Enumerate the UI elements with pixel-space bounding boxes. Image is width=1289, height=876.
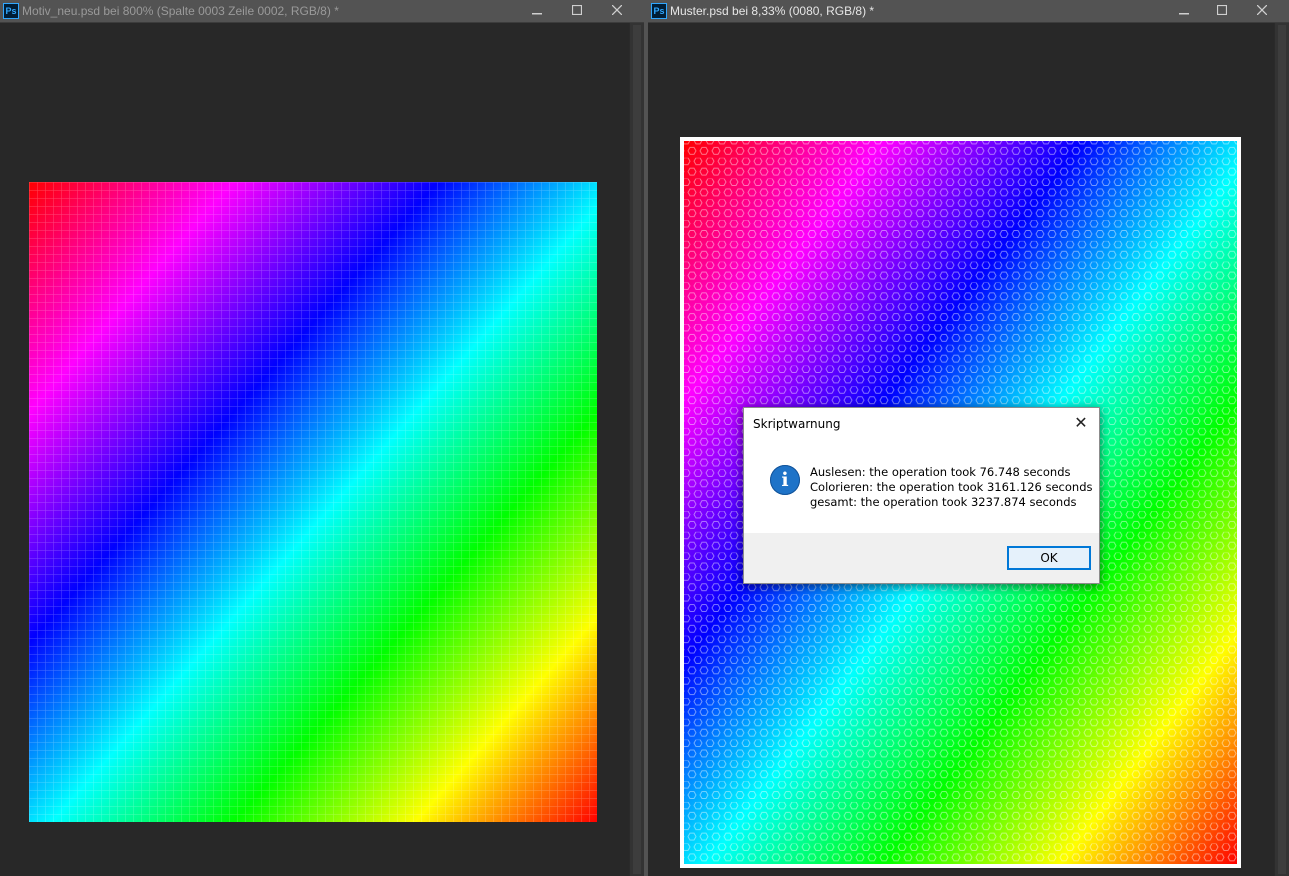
scrollbar-thumb[interactable] — [633, 25, 641, 874]
minimize-icon — [1179, 13, 1189, 15]
close-icon — [1257, 5, 1267, 15]
minimize-button[interactable] — [1167, 0, 1201, 20]
window-titlebar[interactable]: Ps Muster.psd bei 8,33% (0080, RGB/8) * — [648, 0, 1289, 23]
scrollbar-thumb[interactable] — [1278, 25, 1286, 874]
minimize-icon — [532, 13, 542, 15]
window-title: Muster.psd bei 8,33% (0080, RGB/8) * — [670, 4, 875, 18]
close-button[interactable] — [1245, 0, 1279, 20]
maximize-button[interactable] — [560, 0, 594, 20]
minimize-button[interactable] — [520, 0, 554, 20]
close-icon — [612, 5, 622, 15]
info-icon: i — [770, 465, 800, 495]
script-warning-dialog[interactable]: Skriptwarnung ✕ i Auslesen: the operatio… — [743, 407, 1100, 584]
maximize-icon — [572, 5, 582, 15]
dialog-footer: OK — [744, 533, 1099, 583]
window-titlebar[interactable]: Ps Motiv_neu.psd bei 800% (Spalte 0003 Z… — [0, 0, 644, 23]
maximize-icon — [1217, 5, 1227, 15]
dialog-title: Skriptwarnung — [753, 417, 841, 431]
maximize-button[interactable] — [1205, 0, 1239, 20]
photoshop-icon: Ps — [651, 3, 667, 19]
ok-button[interactable]: OK — [1007, 546, 1091, 570]
gradient-grid-image — [29, 182, 597, 822]
dialog-close-button[interactable]: ✕ — [1071, 414, 1091, 432]
image-canvas-motiv[interactable] — [29, 182, 597, 822]
message-line: gesamt: the operation took 3237.874 seco… — [810, 495, 1077, 509]
window-title: Motiv_neu.psd bei 800% (Spalte 0003 Zeil… — [22, 4, 339, 18]
dialog-message: Auslesen: the operation took 76.748 seco… — [810, 465, 1093, 510]
message-line: Auslesen: the operation took 76.748 seco… — [810, 465, 1071, 479]
photoshop-icon: Ps — [3, 3, 19, 19]
vertical-scrollbar[interactable] — [1274, 23, 1289, 876]
close-button[interactable] — [600, 0, 634, 20]
vertical-scrollbar[interactable] — [629, 23, 644, 876]
message-line: Colorieren: the operation took 3161.126 … — [810, 480, 1093, 494]
